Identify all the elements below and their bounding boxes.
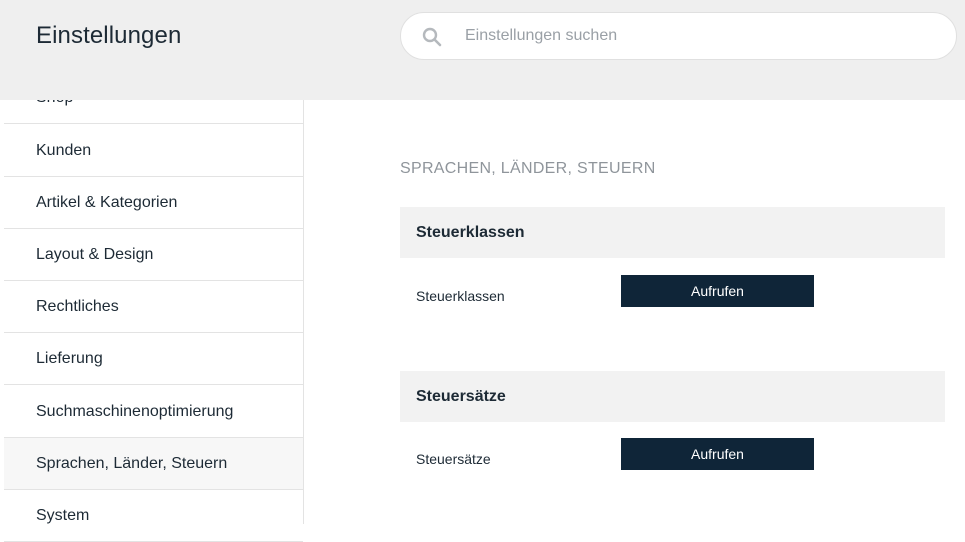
sidebar-item-seo[interactable]: Suchmaschinenoptimierung [4,386,303,438]
row-label-steuersaetze: Steuersätze [416,451,491,467]
sidebar-item-label: Artikel & Kategorien [36,194,178,211]
search-box[interactable] [400,12,957,60]
sidebar-item-label: Kunden [36,142,92,159]
sidebar-item-rechtliches[interactable]: Rechtliches [4,281,303,333]
header-bar: Einstellungen [0,0,965,100]
card-header-steuersaetze: Steuersätze [400,371,945,422]
open-steuerklassen-button[interactable]: Aufrufen [621,275,814,307]
open-steuersaetze-button[interactable]: Aufrufen [621,438,814,470]
sidebar-item-system[interactable]: System [4,490,303,542]
page-title: Einstellungen [36,22,182,49]
sidebar-item-lieferung[interactable]: Lieferung [4,333,303,385]
sidebar-item-label: Rechtliches [36,298,119,315]
sidebar-item-layout-design[interactable]: Layout & Design [4,229,303,281]
settings-sidebar[interactable]: Shop Kunden Artikel & Kategorien Layout … [4,72,304,542]
sidebar-item-kunden[interactable]: Kunden [4,125,303,177]
section-title: SPRACHEN, LÄNDER, STEUERN [400,160,656,177]
card-header-steuerklassen: Steuerklassen [400,207,945,258]
sidebar-item-label: Layout & Design [36,246,154,263]
sidebar-item-label: System [36,507,90,524]
row-label-steuerklassen: Steuerklassen [416,288,505,304]
sidebar-item-artikel-kategorien[interactable]: Artikel & Kategorien [4,177,303,229]
sidebar-item-label: Lieferung [36,350,103,367]
sidebar-item-label: Suchmaschinenoptimierung [36,403,234,420]
sidebar-item-sprachen-laender-steuern[interactable]: Sprachen, Länder, Steuern [4,438,303,490]
sidebar-item-label: Sprachen, Länder, Steuern [36,455,228,472]
search-icon [421,26,443,48]
search-input[interactable] [465,13,935,59]
